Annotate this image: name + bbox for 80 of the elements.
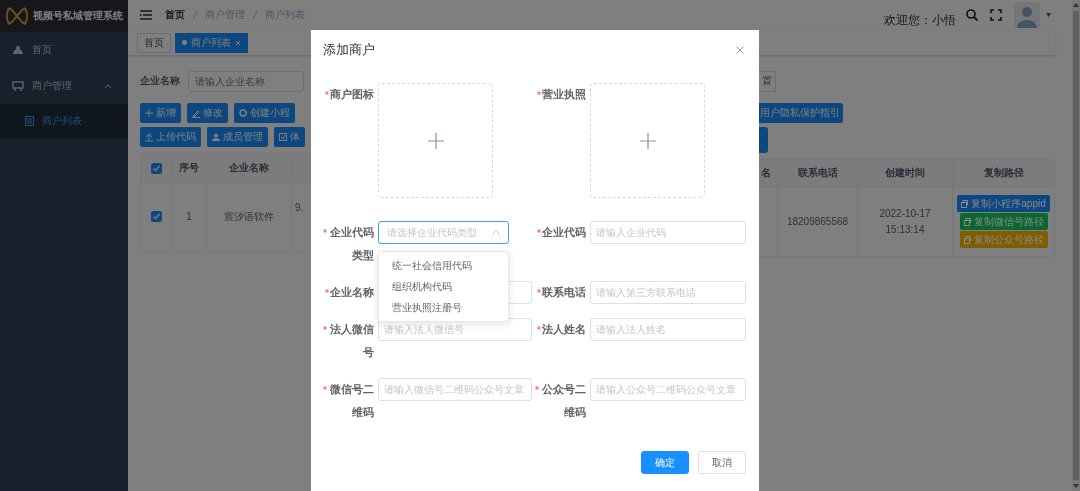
column-header: 创建时间 bbox=[858, 160, 953, 186]
search-field[interactable]: 请输入企业名称 bbox=[188, 70, 304, 92]
fullscreen-icon[interactable] bbox=[990, 9, 1002, 21]
scroll-down-icon bbox=[1073, 484, 1079, 488]
menu-icon[interactable] bbox=[140, 10, 152, 20]
table-cell-text: 9. bbox=[294, 201, 305, 215]
plus-icon bbox=[145, 108, 153, 118]
separator-icon bbox=[252, 10, 258, 20]
column-header: 复制路径 bbox=[953, 160, 1055, 186]
toolbar-button[interactable]: 体 bbox=[274, 127, 305, 147]
field-label: 企业代码 bbox=[542, 225, 586, 240]
column-header: 联系电话 bbox=[778, 160, 858, 186]
toolbar-button[interactable]: 新增 bbox=[140, 103, 181, 123]
copy-icon bbox=[963, 217, 971, 226]
field-label: 法人微信号 bbox=[329, 322, 374, 360]
copy-icon bbox=[963, 235, 971, 244]
dashboard-icon bbox=[12, 44, 24, 56]
dropdown-option[interactable]: 组织机构代码 bbox=[379, 276, 508, 297]
copy-button[interactable]: 复制公众号路径 bbox=[959, 231, 1048, 248]
copy-button[interactable]: 复制小程序appid bbox=[957, 195, 1050, 212]
upload-area[interactable] bbox=[378, 83, 493, 198]
copy-button[interactable]: 复制微信号路径 bbox=[959, 213, 1048, 230]
upload-area[interactable] bbox=[590, 83, 705, 198]
checkbox[interactable] bbox=[150, 211, 162, 222]
field-label: 商户图标 bbox=[330, 87, 374, 102]
dropdown-option[interactable]: 统一社会信用代码 bbox=[379, 255, 508, 276]
avatar-icon[interactable] bbox=[1014, 2, 1040, 28]
field-label: 联系电话 bbox=[542, 285, 586, 300]
shop-icon bbox=[12, 80, 24, 92]
ring-icon bbox=[239, 108, 247, 118]
cancel-button[interactable]: 取消 bbox=[698, 451, 746, 474]
search-icon[interactable] bbox=[966, 9, 978, 21]
toolbar-button[interactable]: 修改 bbox=[187, 103, 228, 123]
plus-icon bbox=[427, 132, 444, 149]
table-cell: 2022-10-17 15:13:14 bbox=[858, 187, 953, 256]
close-icon[interactable] bbox=[736, 46, 744, 54]
toolbar-button[interactable]: 上传代码 bbox=[140, 127, 201, 147]
user-icon bbox=[212, 132, 220, 142]
page-tab[interactable]: 首页 bbox=[137, 32, 171, 53]
table-cell: 宸汐语软件 bbox=[207, 182, 292, 251]
breadcrumb-link[interactable]: 首页 bbox=[165, 8, 185, 22]
field-label: 公众号二维码 bbox=[541, 382, 586, 420]
caret-icon bbox=[492, 230, 500, 235]
scrollbar[interactable] bbox=[1072, 0, 1080, 491]
submenu-item[interactable]: 商户列表 bbox=[0, 104, 128, 138]
confirm-button[interactable]: 确定 bbox=[641, 451, 689, 474]
separator-icon bbox=[192, 10, 198, 20]
field-label: 法人姓名 bbox=[542, 322, 586, 337]
field-label: 营业执照 bbox=[542, 87, 586, 102]
column-header: 序号 bbox=[172, 155, 207, 181]
logo-icon bbox=[6, 6, 28, 26]
table-cell: 1 bbox=[172, 182, 207, 251]
field-label: 企业代码类型 bbox=[329, 225, 374, 263]
scroll-up-icon bbox=[1073, 3, 1079, 7]
page-tab[interactable]: 商户列表 bbox=[175, 32, 248, 53]
app-title: 视频号私域管理系统 bbox=[33, 9, 123, 23]
column-header: 企业名称 bbox=[207, 155, 292, 181]
plus-icon bbox=[639, 132, 656, 149]
toolbar-button[interactable]: 成员管理 bbox=[207, 127, 268, 147]
menu-item[interactable]: 首页 bbox=[0, 32, 128, 68]
dialog-title: 添加商户 bbox=[323, 41, 375, 59]
copy-icon bbox=[961, 199, 969, 208]
caret-icon bbox=[104, 83, 112, 89]
upload-icon bbox=[145, 132, 153, 142]
reset-button[interactable]: 置 bbox=[759, 70, 776, 92]
check-square-icon bbox=[279, 132, 287, 142]
field-label: 企业名称 bbox=[330, 285, 374, 300]
welcome-text: 欢迎您：小悟 bbox=[884, 11, 956, 29]
field-label: 微信号二维码 bbox=[329, 382, 374, 420]
pen-icon bbox=[192, 108, 200, 118]
checkbox[interactable] bbox=[150, 162, 162, 174]
list-icon bbox=[25, 116, 34, 126]
toolbar-button[interactable] bbox=[759, 127, 768, 153]
close-icon bbox=[235, 39, 241, 46]
dropdown-option[interactable]: 营业执照注册号 bbox=[379, 297, 508, 318]
field-label: 企业名称 bbox=[140, 74, 180, 88]
toolbar-button[interactable]: 用户隐私保护指引 bbox=[759, 103, 843, 123]
caret-icon[interactable] bbox=[1046, 13, 1051, 17]
table-cell: 18209865568 bbox=[778, 187, 858, 256]
toolbar-button[interactable]: 创建小程 bbox=[234, 103, 295, 123]
